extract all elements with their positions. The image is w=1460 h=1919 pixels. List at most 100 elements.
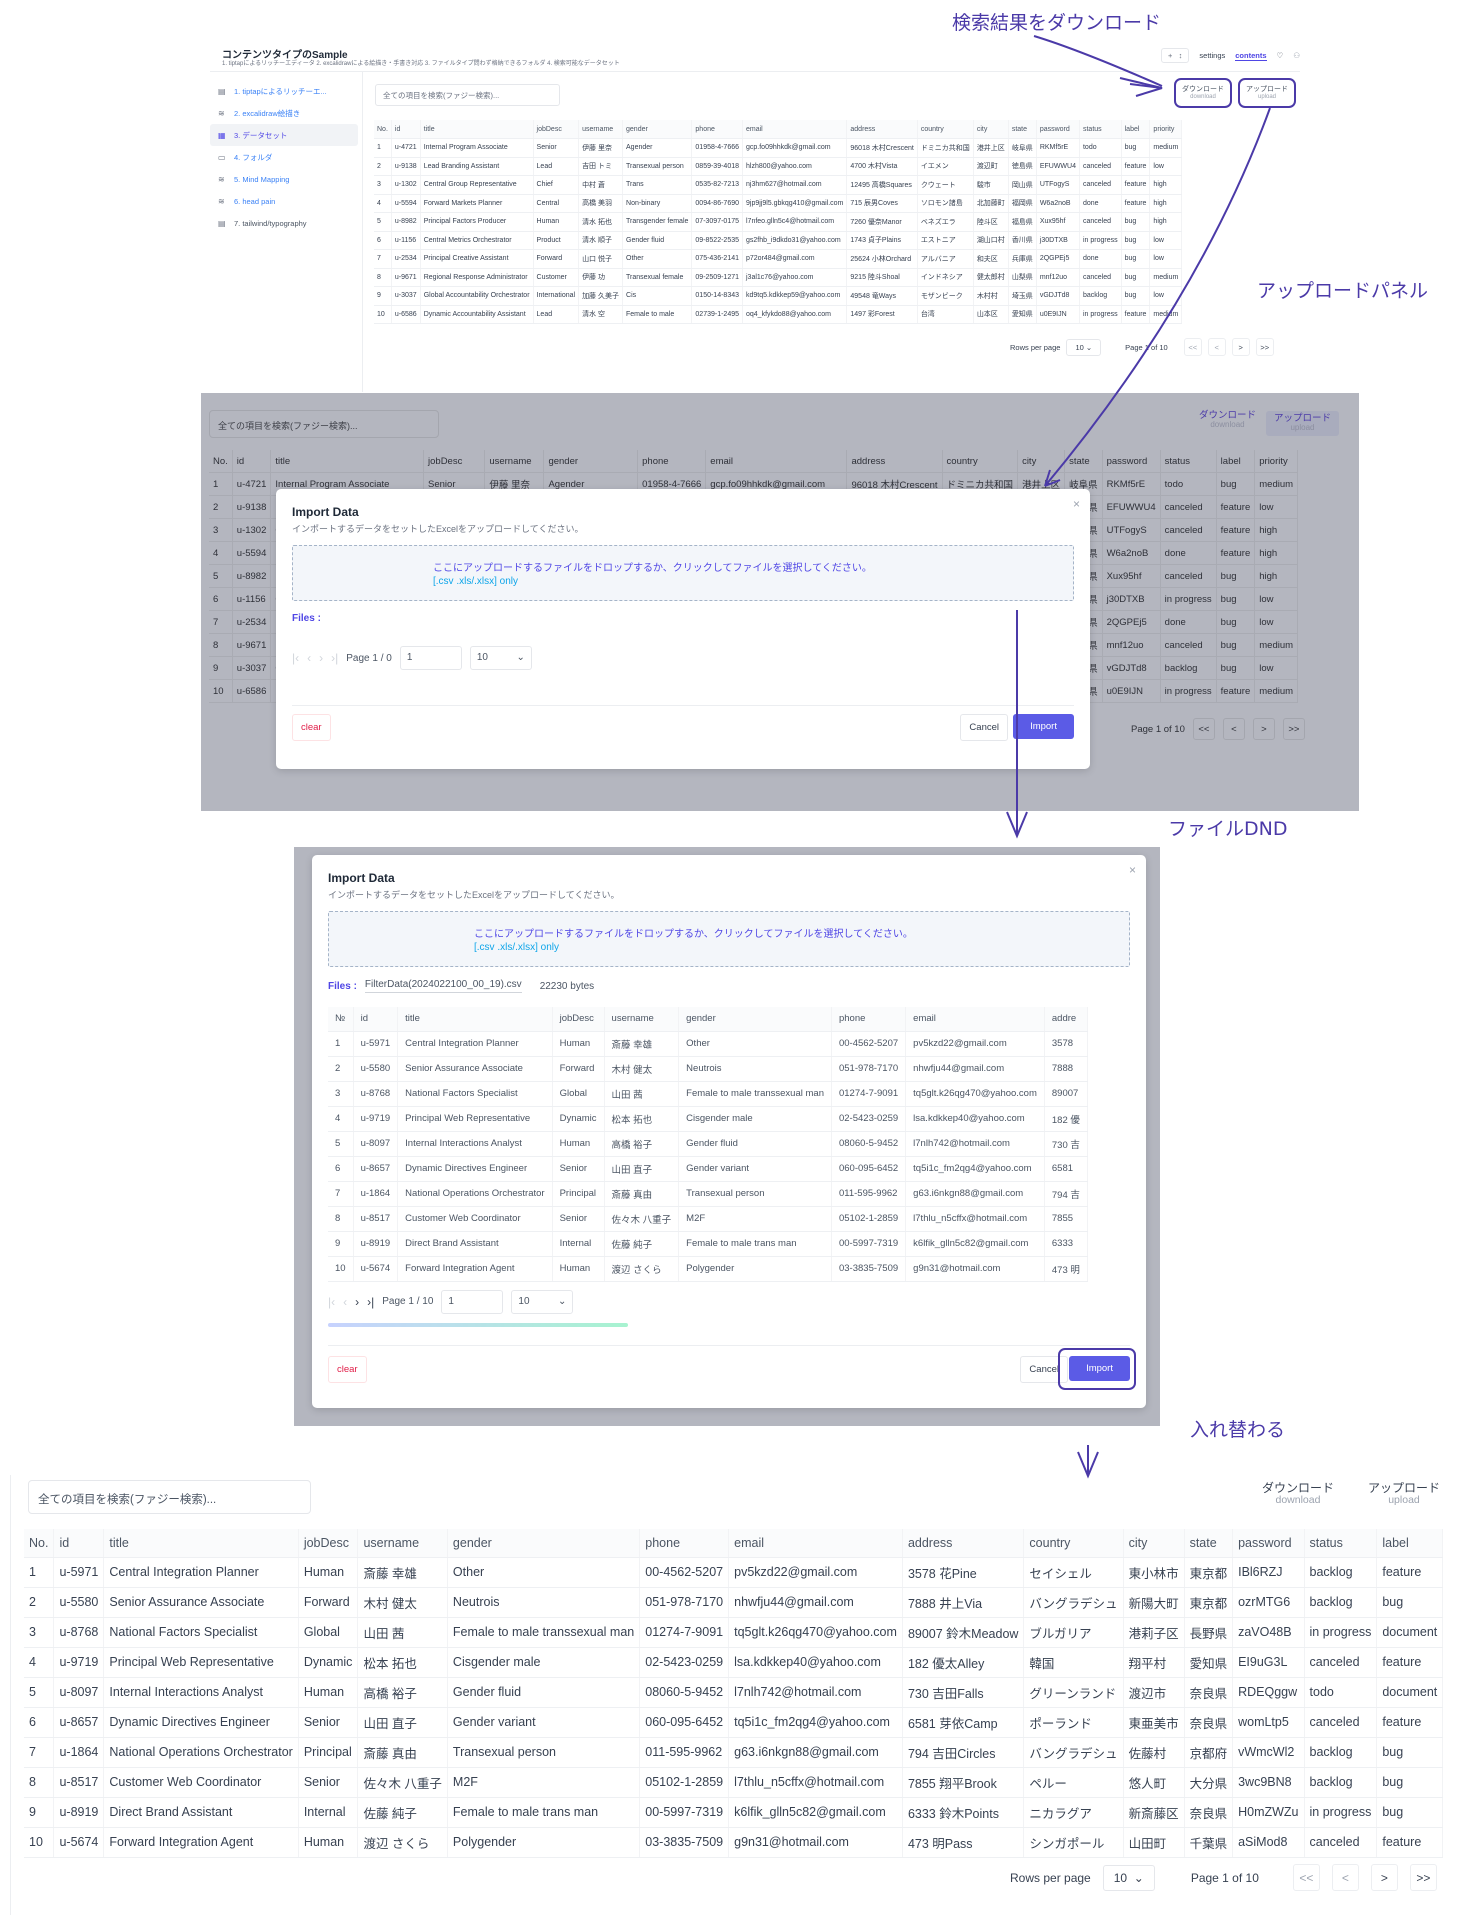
table-row[interactable]: 6 u-8657 Dynamic Directives Engineer Senior… bbox=[328, 1156, 1088, 1182]
column-header[interactable]: username bbox=[357, 1529, 448, 1558]
column-header[interactable]: № bbox=[328, 1007, 354, 1032]
prev-page-button[interactable]: < bbox=[1207, 338, 1226, 356]
table-row[interactable]: 10 u-5674 Forward Integration Agent Human 渡辺… bbox=[24, 1827, 1444, 1858]
table-row[interactable]: 2 u-5580 Senior Assurance Associate Forward… bbox=[328, 1056, 1088, 1082]
column-header[interactable]: phone bbox=[639, 1529, 730, 1558]
next-page-icon[interactable]: › bbox=[355, 1295, 359, 1309]
page-size-select[interactable]: 10 ⌄ bbox=[511, 1289, 574, 1314]
table-row[interactable]: 10 u-5674 Forward Integration Agent Human 渡辺… bbox=[328, 1256, 1088, 1282]
column-header[interactable]: password bbox=[1036, 120, 1080, 139]
updown-icon[interactable]: ↕ bbox=[1179, 51, 1183, 60]
first-page-button[interactable]: << bbox=[1183, 338, 1202, 356]
column-header[interactable]: gender bbox=[622, 120, 693, 139]
table-row[interactable]: 7u-2534Principal Creative AssistantForwa… bbox=[374, 249, 1183, 269]
table-row[interactable]: 1 u-5971 Central Integration Planner Human 斎… bbox=[24, 1557, 1444, 1588]
table-row[interactable]: 10u-6586Dynamic Accountability Assistant… bbox=[374, 305, 1183, 324]
table-row[interactable]: 9u-3037Global Accountability Orchestrato… bbox=[374, 286, 1183, 306]
rows-per-page-select[interactable]: 10 ⌄ bbox=[1102, 1864, 1155, 1891]
table-row[interactable]: 4u-5594Forward Markets PlannerCentral高橋 … bbox=[374, 194, 1183, 213]
table-row[interactable]: 5 u-8097 Internal Interactions Analyst Huma… bbox=[24, 1677, 1444, 1708]
column-header[interactable]: email bbox=[905, 1007, 1045, 1032]
column-header[interactable]: country bbox=[917, 120, 974, 139]
search-input[interactable]: 全ての項目を検索(ファジー検索)... bbox=[375, 84, 560, 106]
column-header[interactable]: phone bbox=[637, 450, 707, 474]
column-header[interactable]: title bbox=[270, 450, 425, 474]
column-header[interactable]: addre bbox=[1044, 1007, 1088, 1032]
column-header[interactable]: No. bbox=[374, 120, 392, 139]
column-header[interactable]: No. bbox=[209, 450, 233, 474]
add-reorder-control[interactable]: + ↕ bbox=[1161, 48, 1190, 63]
column-header[interactable]: label bbox=[1376, 1529, 1444, 1558]
download-button[interactable]: ダウンロード download bbox=[1262, 1482, 1334, 1506]
column-header[interactable]: address bbox=[846, 120, 918, 139]
column-header[interactable]: status bbox=[1079, 120, 1122, 139]
column-header[interactable]: city bbox=[973, 120, 1009, 139]
table-row[interactable]: 6u-1156Central Metrics OrchestratorProdu… bbox=[374, 231, 1183, 250]
table-row[interactable]: 9 u-8919 Direct Brand Assistant Internal 佐藤 … bbox=[24, 1797, 1444, 1828]
page-input[interactable]: 1 bbox=[399, 646, 462, 670]
heart-icon[interactable]: ♡ bbox=[1277, 51, 1284, 60]
prev-page-icon[interactable]: ‹ bbox=[307, 651, 311, 665]
page-size-select[interactable]: 10 ⌄ bbox=[469, 646, 532, 670]
close-icon[interactable]: × bbox=[1073, 497, 1080, 511]
user-icon[interactable]: ⚇ bbox=[1293, 51, 1300, 60]
column-header[interactable]: state bbox=[1008, 120, 1037, 139]
column-header[interactable]: title bbox=[397, 1007, 553, 1032]
column-header[interactable]: password bbox=[1232, 1529, 1305, 1558]
column-header[interactable]: label bbox=[1216, 450, 1256, 474]
table-row[interactable]: 4 u-9719 Principal Web Representative Dynam… bbox=[24, 1647, 1444, 1678]
table-row[interactable]: 2 u-5580 Senior Assurance Associate Forward… bbox=[24, 1587, 1444, 1618]
column-header[interactable]: title bbox=[420, 120, 534, 139]
column-header[interactable]: jobDesc bbox=[423, 450, 486, 474]
sidebar-item-mind-mapping[interactable]: ≋ 5. Mind Mapping bbox=[210, 168, 358, 190]
column-header[interactable]: status bbox=[1304, 1529, 1378, 1558]
table-row[interactable]: 9 u-8919 Direct Brand Assistant Internal 佐藤 … bbox=[328, 1231, 1088, 1257]
column-header[interactable]: email bbox=[742, 120, 848, 139]
upload-button[interactable]: アップロード upload bbox=[1368, 1482, 1440, 1506]
table-row[interactable]: 7 u-1864 National Operations Orchestrator P… bbox=[328, 1181, 1088, 1207]
table-row[interactable]: 1 u-4721 Internal Program Associate Senior 伊… bbox=[374, 138, 1183, 158]
table-row[interactable]: 4 u-9719 Principal Web Representative Dynam… bbox=[328, 1106, 1088, 1132]
cancel-button[interactable]: Cancel bbox=[960, 714, 1008, 741]
table-row[interactable]: 3u-1302Central Group RepresentativeChief… bbox=[374, 175, 1183, 195]
column-header[interactable]: title bbox=[103, 1529, 299, 1558]
import-button[interactable]: Import bbox=[1013, 714, 1074, 739]
rows-per-page-select[interactable]: 10 ⌄ bbox=[1066, 338, 1102, 356]
column-header[interactable]: id bbox=[391, 120, 421, 139]
close-icon[interactable]: × bbox=[1129, 863, 1136, 877]
sidebar-item-typography[interactable]: ▤ 7. tailwind/typography bbox=[210, 212, 358, 234]
table-row[interactable]: 8u-9671Regional Response AdministratorCu… bbox=[374, 268, 1183, 287]
column-header[interactable]: id bbox=[232, 450, 272, 474]
column-header[interactable]: city bbox=[1017, 450, 1066, 474]
last-page-icon[interactable]: ›| bbox=[331, 651, 338, 665]
search-input[interactable]: 全ての項目を検索(ファジー検索)... bbox=[28, 1480, 311, 1514]
last-page-button[interactable]: >> bbox=[1409, 1864, 1437, 1891]
table-row[interactable]: 8 u-8517 Customer Web Coordinator Senior 佐々木… bbox=[328, 1206, 1088, 1232]
column-header[interactable]: address bbox=[846, 450, 943, 474]
page-input[interactable]: 1 bbox=[441, 1289, 504, 1314]
column-header[interactable]: No. bbox=[24, 1529, 55, 1558]
next-page-button[interactable]: > bbox=[1370, 1864, 1398, 1891]
table-row[interactable]: 8 u-8517 Customer Web Coordinator Senior 佐々木… bbox=[24, 1767, 1444, 1798]
column-header[interactable]: email bbox=[705, 450, 848, 474]
next-page-button[interactable]: > bbox=[1231, 338, 1250, 356]
prev-page-button[interactable]: < bbox=[1331, 1864, 1359, 1891]
column-header[interactable]: id bbox=[53, 1529, 105, 1558]
column-header[interactable]: phone bbox=[831, 1007, 907, 1032]
plus-icon[interactable]: + bbox=[1168, 51, 1172, 60]
file-dropzone[interactable]: ここにアップロードするファイルをドロップするか、クリックしてファイルを選択してく… bbox=[328, 911, 1130, 967]
column-header[interactable]: country bbox=[1023, 1529, 1124, 1558]
first-page-button[interactable]: << bbox=[1292, 1864, 1320, 1891]
column-header[interactable]: city bbox=[1123, 1529, 1185, 1558]
table-row[interactable]: 3 u-8768 National Factors Specialist Global… bbox=[24, 1617, 1444, 1648]
first-page-icon[interactable]: |‹ bbox=[292, 651, 299, 665]
column-header[interactable]: jobDesc bbox=[298, 1529, 359, 1558]
sidebar-item-excalidraw[interactable]: ≋ 2. excalidraw絵描き bbox=[210, 102, 358, 124]
upload-button[interactable]: アップロード upload bbox=[1238, 78, 1296, 109]
column-header[interactable]: gender bbox=[678, 1007, 832, 1032]
clear-button[interactable]: clear bbox=[292, 714, 331, 741]
last-page-icon[interactable]: ›| bbox=[367, 1295, 374, 1309]
prev-page-icon[interactable]: ‹ bbox=[343, 1295, 347, 1309]
tab-contents[interactable]: contents bbox=[1235, 51, 1267, 61]
column-header[interactable]: state bbox=[1064, 450, 1103, 474]
